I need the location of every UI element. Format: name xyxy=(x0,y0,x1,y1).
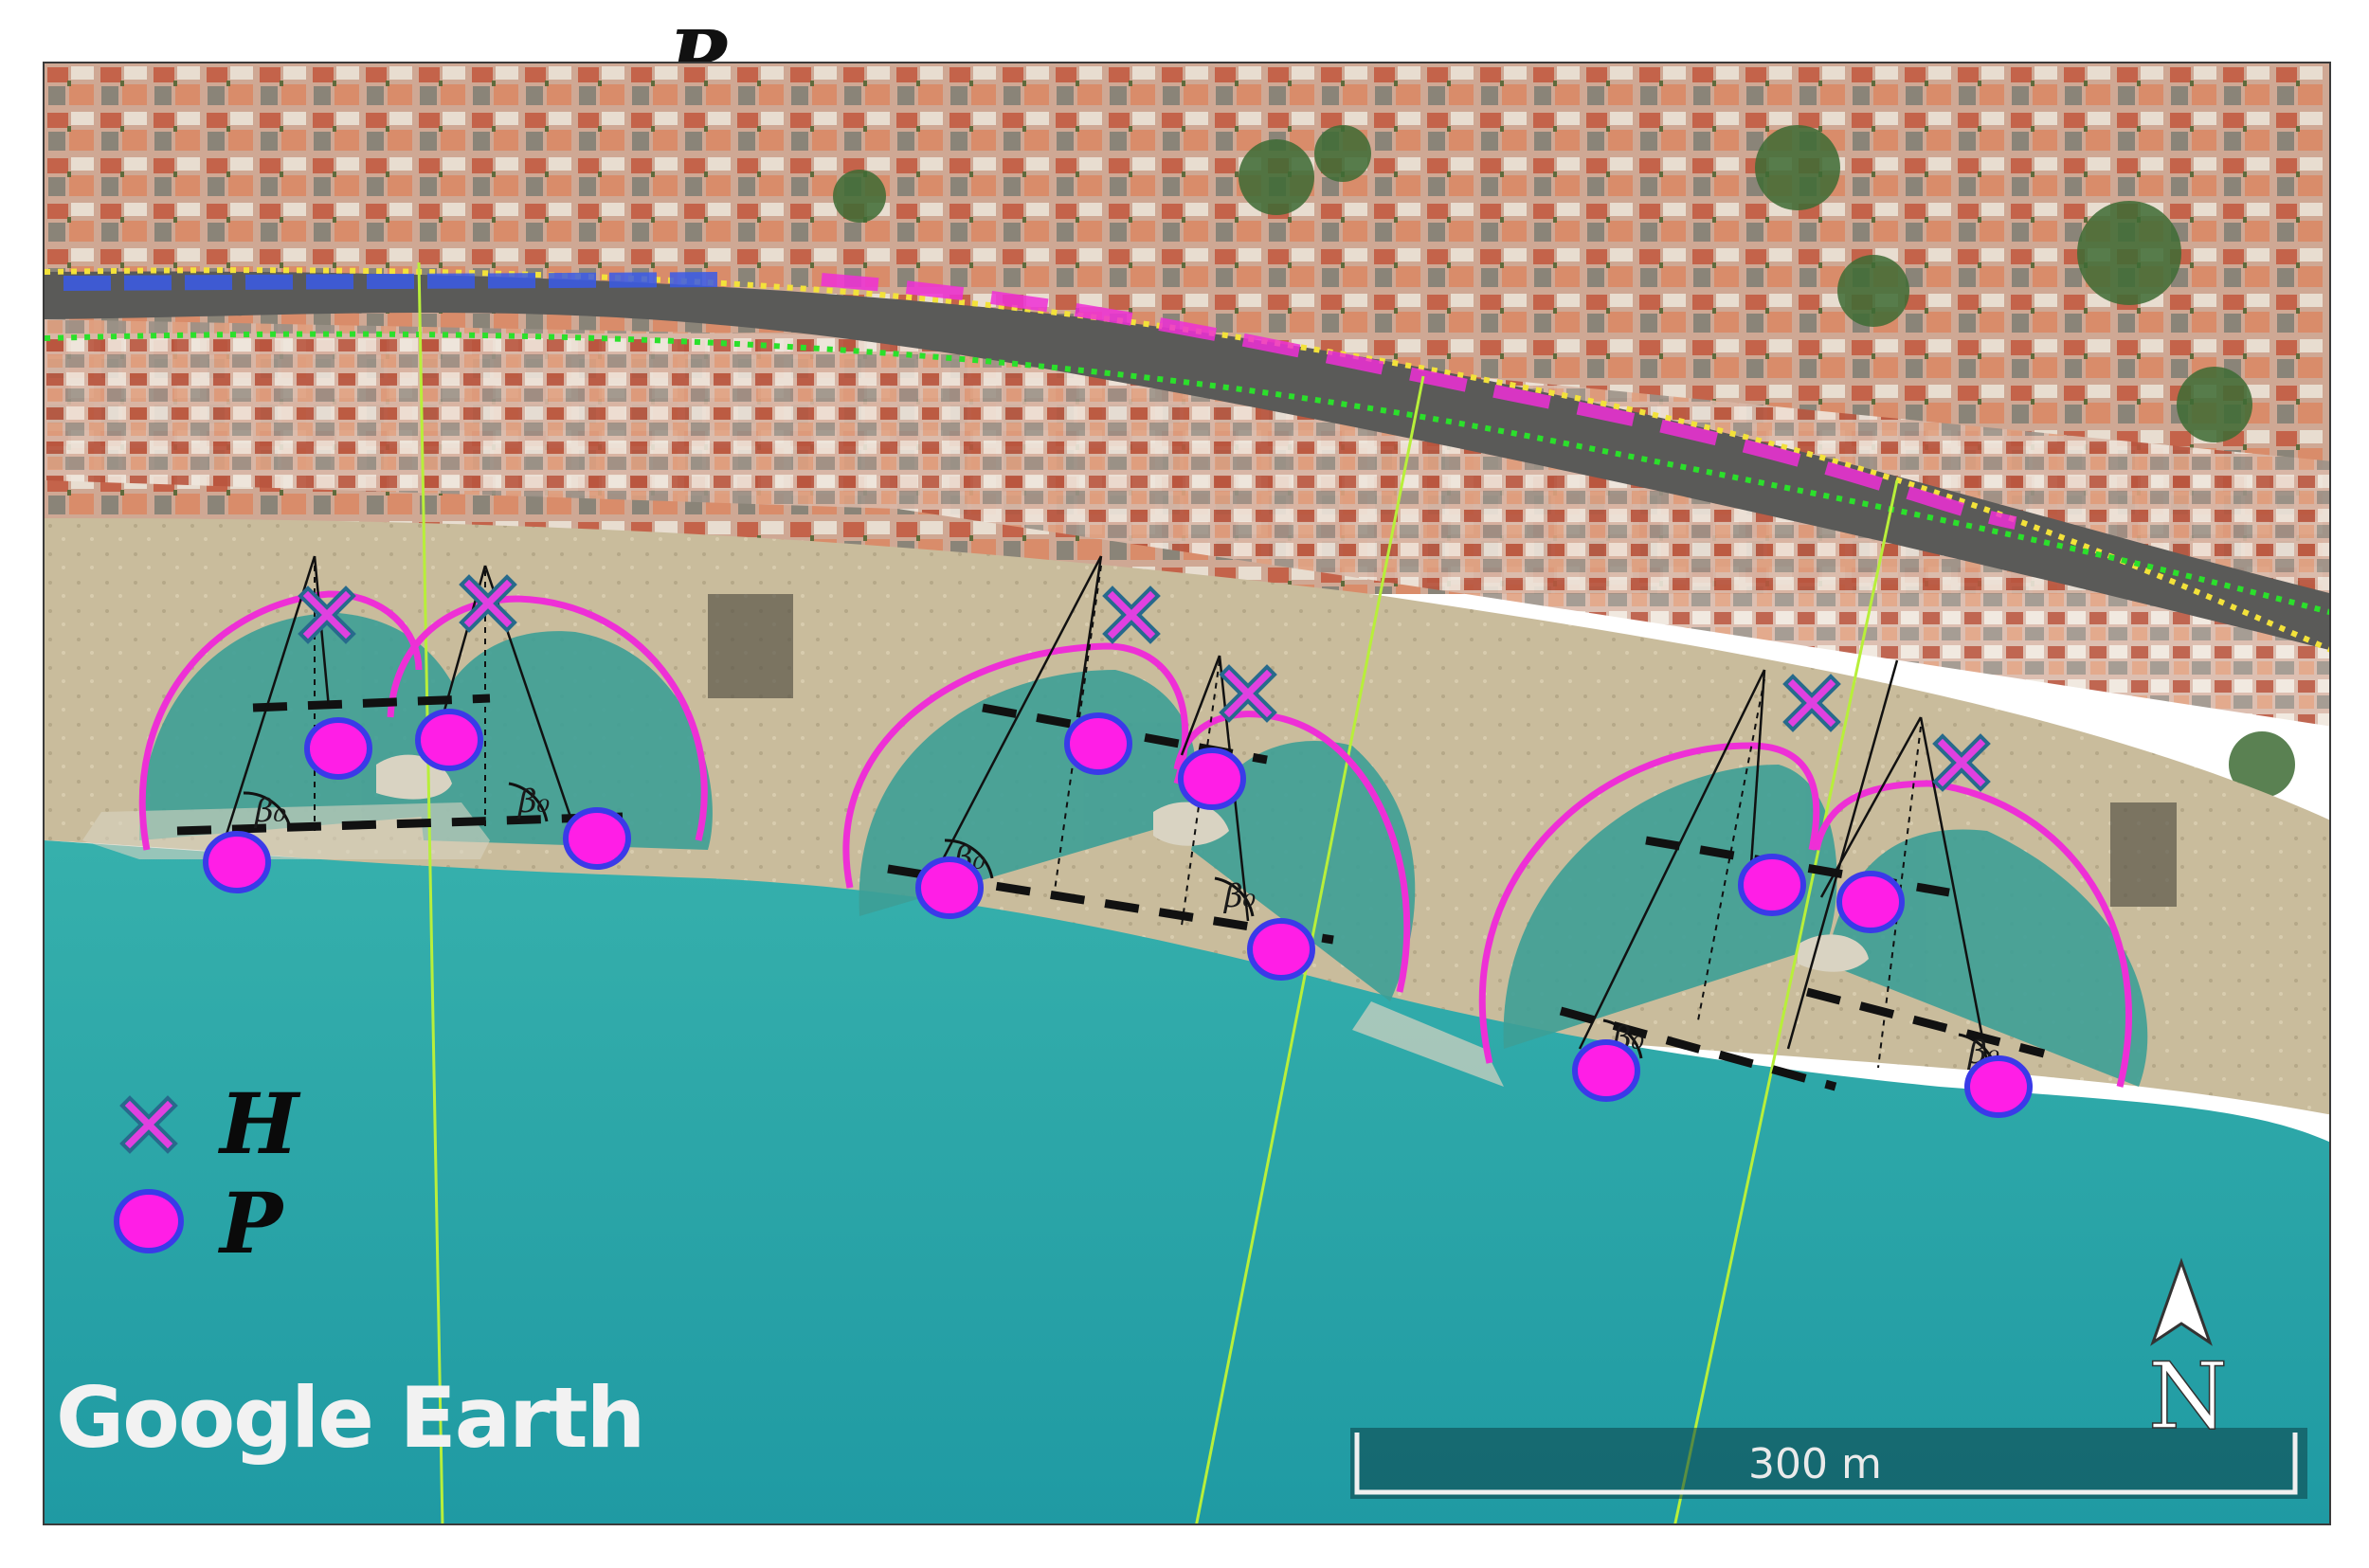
google-earth-watermark: Google Earth xyxy=(56,1369,643,1467)
p-marker-3[interactable] xyxy=(203,831,271,893)
blue-dotted-line xyxy=(63,272,728,291)
p-marker-10[interactable] xyxy=(1836,871,1905,933)
p-marker-6[interactable] xyxy=(1178,748,1246,810)
p-marker-7[interactable] xyxy=(915,856,984,919)
angle-label: β₀ xyxy=(516,783,551,820)
angle-label: β₀ xyxy=(1222,877,1257,915)
p-marker-12[interactable] xyxy=(1964,1055,2033,1118)
legend-h-label: H xyxy=(217,1074,301,1173)
legend-p-label: P xyxy=(217,1174,285,1272)
p-marker-2[interactable] xyxy=(415,709,483,771)
p-marker-1[interactable] xyxy=(304,717,372,780)
p-marker-8[interactable] xyxy=(1247,918,1315,981)
scale-bar-label: 300 m xyxy=(1748,1440,1882,1488)
p-marker-11[interactable] xyxy=(1572,1039,1640,1102)
legend-circle-icon xyxy=(114,1189,184,1253)
satellite-map[interactable]: β₀ β₀ β₀ β₀ β₀ β₀ H P Google Earth 300 m… xyxy=(43,62,2331,1525)
north-label: N xyxy=(2148,1343,2228,1450)
p-marker-4[interactable] xyxy=(563,807,631,870)
p-marker-5[interactable] xyxy=(1064,712,1132,775)
p-marker-9[interactable] xyxy=(1738,854,1806,916)
angle-label: β₀ xyxy=(253,792,287,830)
